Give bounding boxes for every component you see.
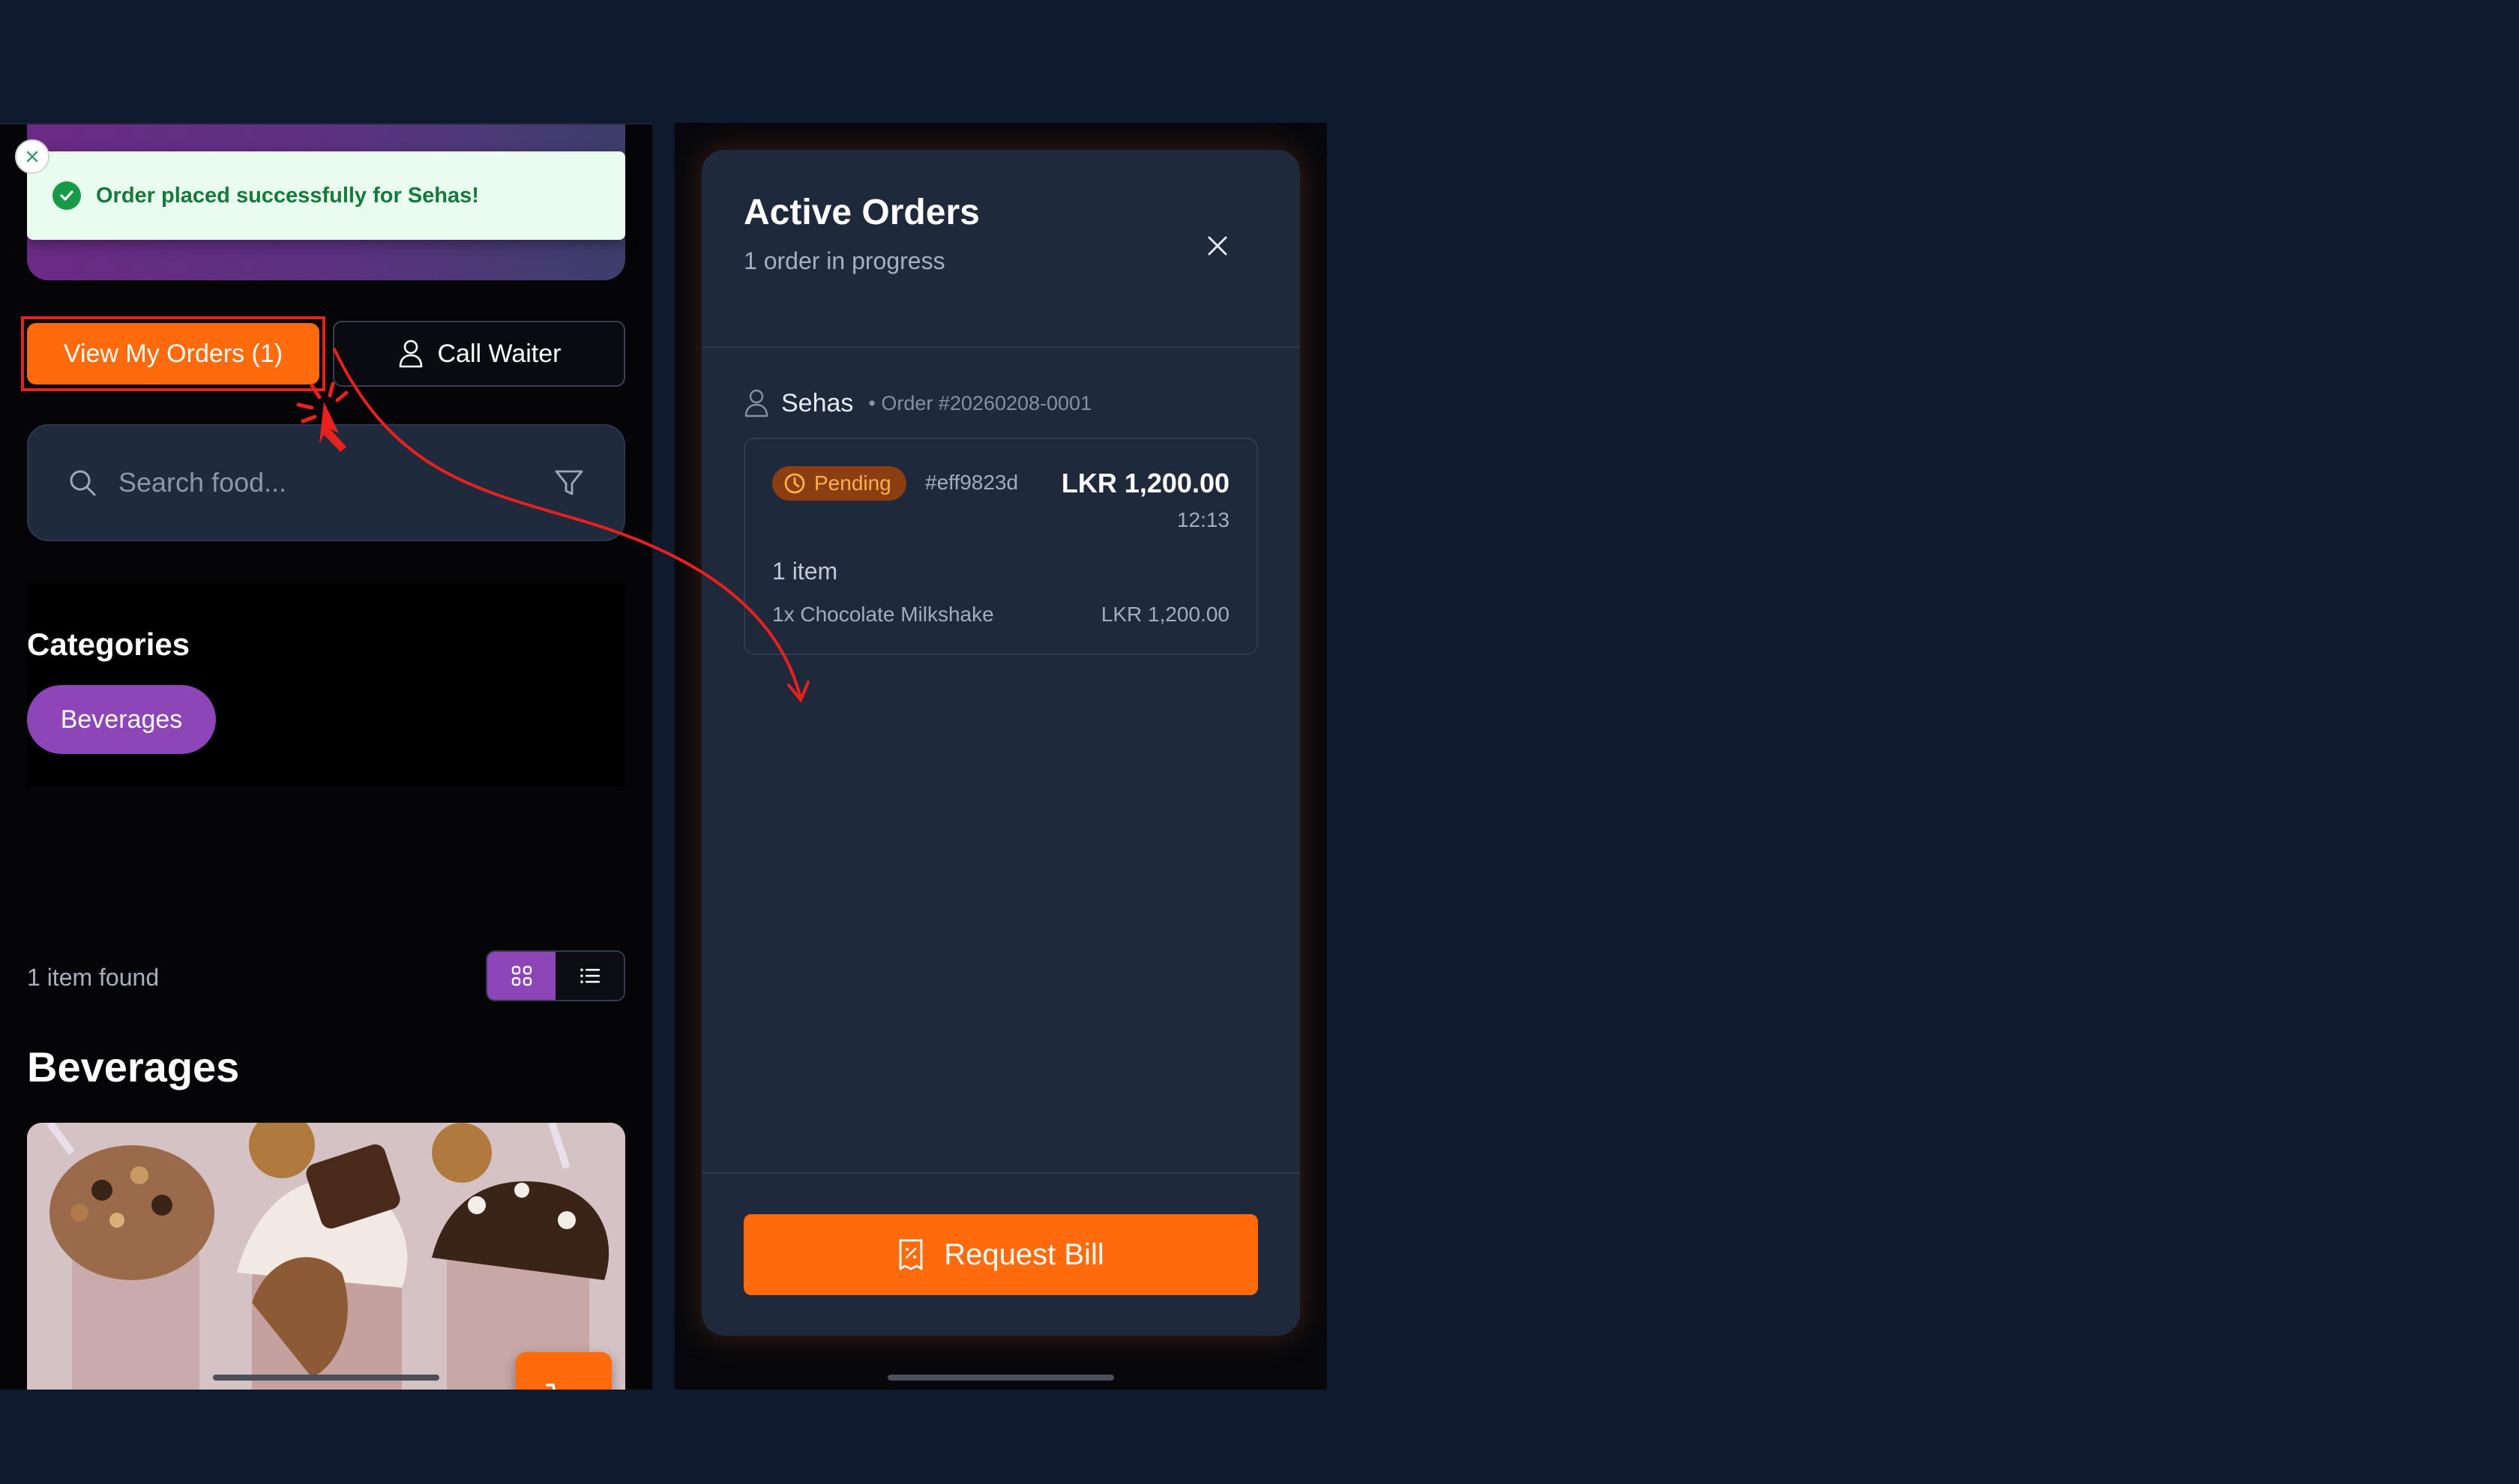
section-title: Beverages (27, 1043, 240, 1091)
menu-screen: Order placed successfully for Sehas! Vie… (0, 123, 652, 1390)
order-item-price: LKR 1,200.00 (1101, 603, 1230, 626)
call-waiter-label: Call Waiter (437, 339, 562, 368)
search-icon (70, 470, 96, 496)
list-view-button[interactable] (556, 952, 624, 1000)
home-indicator (213, 1375, 439, 1381)
order-time: 12:13 (1176, 508, 1230, 531)
item-count: 1 item (772, 558, 838, 585)
order-hash: #eff9823d (925, 471, 1019, 494)
search-input[interactable] (118, 467, 553, 498)
modal-close-button[interactable] (1197, 225, 1239, 267)
categories-section: Categories Beverages (27, 583, 625, 787)
clock-icon (784, 473, 805, 494)
divider (702, 1172, 1300, 1174)
add-to-cart-button[interactable] (516, 1352, 612, 1390)
click-highlight-box (21, 316, 325, 391)
toast-close-button[interactable] (15, 139, 49, 174)
grid-view-button[interactable] (487, 952, 556, 1000)
request-bill-label: Request Bill (944, 1237, 1104, 1271)
results-count: 1 item found (27, 964, 160, 991)
food-item-image[interactable] (27, 1123, 625, 1390)
category-chip-beverages[interactable]: Beverages (27, 685, 216, 754)
grid-icon (511, 965, 532, 986)
close-icon (1208, 236, 1227, 256)
divider (702, 346, 1300, 348)
home-indicator (888, 1375, 1114, 1381)
filter-icon[interactable] (553, 467, 585, 498)
order-total: LKR 1,200.00 (1061, 468, 1230, 498)
active-orders-modal: Active Orders 1 order in progress Sehas … (702, 150, 1300, 1336)
order-header: Sehas • Order #20260208-0001 (744, 388, 1092, 418)
close-icon (26, 151, 38, 163)
orders-screen: Active Orders 1 order in progress Sehas … (675, 123, 1327, 1390)
view-toggle (486, 950, 625, 1001)
milkshake-photo (27, 1123, 625, 1390)
toast-message: Order placed successfully for Sehas! (96, 183, 479, 208)
order-card[interactable]: Pending #eff9823d LKR 1,200.00 12:13 1 i… (744, 438, 1258, 655)
order-number: • Order #20260208-0001 (868, 391, 1092, 414)
success-toast: Order placed successfully for Sehas! (15, 139, 625, 240)
request-bill-button[interactable]: Request Bill (744, 1214, 1258, 1295)
search-bar (27, 424, 625, 541)
status-label: Pending (814, 471, 891, 495)
order-item-name: 1x Chocolate Milkshake (772, 603, 994, 626)
customer-name: Sehas (781, 388, 854, 417)
modal-subtitle: 1 order in progress (744, 247, 945, 274)
call-waiter-button[interactable]: Call Waiter (333, 321, 625, 387)
modal-title: Active Orders (744, 193, 980, 232)
receipt-icon (899, 1239, 923, 1270)
categories-title: Categories (27, 627, 190, 662)
user-icon (399, 340, 422, 368)
check-circle-icon (52, 181, 81, 210)
cart-icon (546, 1384, 556, 1390)
user-icon (744, 389, 768, 417)
list-icon (580, 968, 600, 983)
status-badge: Pending (772, 466, 906, 501)
